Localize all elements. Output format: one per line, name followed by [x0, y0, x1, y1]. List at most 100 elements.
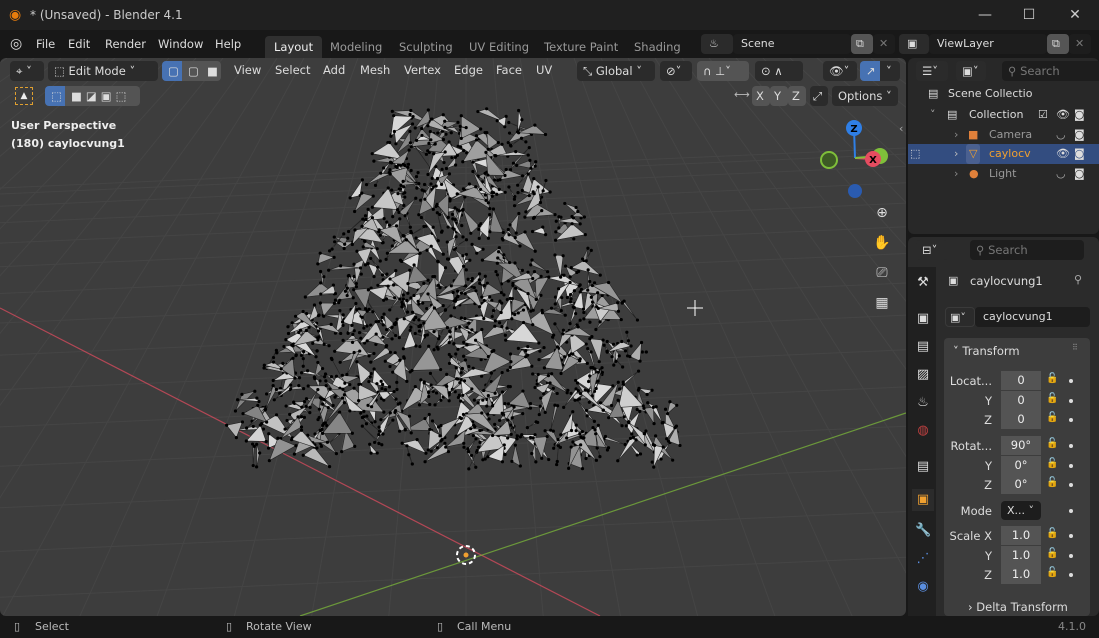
- options-dropdown[interactable]: Options ˅: [832, 86, 898, 106]
- checkbox-icon[interactable]: ☑: [1038, 105, 1048, 125]
- eye-icon[interactable]: 👁: [1056, 105, 1070, 125]
- tab-layout[interactable]: Layout: [265, 36, 323, 58]
- lock-icon[interactable]: 🔓: [1046, 438, 1058, 449]
- filter-icon[interactable]: ▣˅: [956, 61, 986, 81]
- gizmo-dropdown-icon[interactable]: ˅: [880, 61, 900, 81]
- outliner-item-light[interactable]: › ● Light ◡ ◙: [908, 164, 1099, 184]
- particles-tab-icon[interactable]: ⋰: [915, 551, 931, 567]
- camera-view-icon[interactable]: ⎚: [870, 261, 894, 285]
- vertex-select-icon[interactable]: ▢: [162, 61, 182, 81]
- view-layer-tab-icon[interactable]: ▨: [915, 367, 931, 383]
- eye-hidden-icon[interactable]: ◡: [1056, 164, 1066, 184]
- scene-tab-icon[interactable]: ♨: [915, 395, 931, 411]
- keyframe-dot-icon[interactable]: [1069, 398, 1073, 403]
- eye-icon[interactable]: 👁: [1056, 144, 1070, 164]
- blender-menu-icon[interactable]: ◎: [10, 36, 22, 52]
- minimize-button[interactable]: —: [963, 0, 1007, 30]
- keyframe-dot-icon[interactable]: [1069, 573, 1073, 577]
- sidebar-toggle-icon[interactable]: ‹: [899, 122, 903, 135]
- lock-icon[interactable]: 🔓: [1046, 373, 1058, 384]
- face-select-icon[interactable]: ■: [201, 61, 221, 81]
- outliner-search[interactable]: ⚲ Search: [1002, 61, 1099, 81]
- keyframe-dot-icon[interactable]: [1069, 553, 1073, 558]
- keyframe-dot-icon[interactable]: [1069, 444, 1073, 448]
- rotation-mode-dropdown[interactable]: X... ˅: [1001, 501, 1041, 520]
- tool-tab-icon[interactable]: ⚒: [915, 275, 931, 291]
- tab-shading[interactable]: Shading: [625, 36, 690, 58]
- menu-view[interactable]: View: [234, 63, 261, 77]
- select-modes-icon[interactable]: ■◪▣⬚: [65, 86, 140, 106]
- menu-help[interactable]: Help: [215, 37, 241, 51]
- editor-type-icon[interactable]: ⌖ ˅: [10, 61, 44, 81]
- render-tab-icon[interactable]: ▣: [915, 311, 931, 327]
- object-browse-icon[interactable]: ▣˅: [945, 307, 975, 327]
- modifier-tab-icon[interactable]: 🔧: [915, 523, 931, 539]
- snap-icon[interactable]: ∩ ⊥˅: [697, 61, 749, 81]
- expand-icon[interactable]: ›: [954, 144, 958, 164]
- object-name-field[interactable]: caylocvung1: [975, 307, 1090, 327]
- keyframe-dot-icon[interactable]: [1069, 483, 1073, 487]
- menu-select[interactable]: Select: [275, 63, 310, 77]
- keyframe-dot-icon[interactable]: [1069, 463, 1073, 468]
- pan-hand-icon[interactable]: ✋: [870, 231, 894, 255]
- view-layer-field[interactable]: ViewLayer: [929, 34, 1047, 54]
- keyframe-dot-icon[interactable]: [1069, 379, 1073, 383]
- menu-uv[interactable]: UV: [536, 63, 552, 77]
- physics-tab-icon[interactable]: ◉: [915, 579, 931, 595]
- viewport-canvas[interactable]: ZX: [0, 58, 906, 616]
- pin-icon[interactable]: ⚲: [1074, 273, 1082, 286]
- scale-field[interactable]: 1.0: [1001, 565, 1041, 584]
- output-tab-icon[interactable]: ▤: [915, 339, 931, 355]
- collection-tab-icon[interactable]: ▤: [915, 459, 931, 475]
- view-layer-icon[interactable]: ▣: [899, 34, 929, 54]
- menu-render[interactable]: Render: [105, 37, 146, 51]
- zoom-icon[interactable]: ⊕: [870, 201, 894, 225]
- location-field[interactable]: 0: [1001, 371, 1041, 390]
- world-tab-icon[interactable]: ◍: [915, 423, 931, 439]
- render-camera-icon[interactable]: ◙: [1074, 164, 1085, 184]
- display-mode-icon[interactable]: ☰˅: [916, 61, 948, 81]
- render-camera-icon[interactable]: ◙: [1074, 144, 1085, 164]
- edge-select-icon[interactable]: ▢: [182, 61, 201, 81]
- lock-icon[interactable]: 🔓: [1046, 548, 1058, 559]
- select-new-icon[interactable]: ⬚: [45, 86, 65, 106]
- mirror-icon[interactable]: ⟷: [734, 88, 750, 101]
- tab-modeling[interactable]: Modeling: [321, 36, 391, 58]
- drag-handle-icon[interactable]: ⠿: [1072, 343, 1078, 352]
- delta-transform-header[interactable]: › Delta Transform: [968, 600, 1068, 614]
- mode-dropdown[interactable]: ⬚ Edit Mode ˅: [48, 61, 158, 81]
- outliner-item-collection[interactable]: ˅ ▤ Collection ☑ 👁 ◙: [908, 105, 1099, 125]
- rotation-field[interactable]: 0°: [1001, 455, 1041, 475]
- maximize-button[interactable]: ☐: [1007, 0, 1051, 30]
- delete-view-layer-icon[interactable]: ✕: [1069, 34, 1091, 54]
- scene-name-field[interactable]: Scene: [733, 34, 851, 54]
- menu-edge[interactable]: Edge: [454, 63, 483, 77]
- delete-scene-icon[interactable]: ✕: [873, 34, 895, 54]
- ortho-grid-icon[interactable]: ▦: [870, 291, 894, 315]
- location-field[interactable]: 0: [1001, 390, 1041, 410]
- scale-field[interactable]: 1.0: [1001, 526, 1041, 545]
- menu-vertex[interactable]: Vertex: [404, 63, 441, 77]
- location-field[interactable]: 0: [1001, 410, 1041, 429]
- transform-panel-header[interactable]: ˅ Transform: [953, 344, 1020, 358]
- rotation-field[interactable]: 0°: [1001, 475, 1041, 494]
- gizmo-toggle-icon[interactable]: ↗: [860, 61, 880, 81]
- rotation-field[interactable]: 90°: [1001, 436, 1041, 455]
- mirror-x-button[interactable]: X: [752, 86, 770, 106]
- 3d-viewport[interactable]: ZX ⌖ ˅ ⬚ Edit Mode ˅ ▢ ▢ ■ View Select A…: [0, 58, 906, 616]
- editor-type-icon[interactable]: ⊟˅: [916, 240, 948, 260]
- menu-mesh[interactable]: Mesh: [360, 63, 390, 77]
- edit-mode-icon[interactable]: ⬚: [910, 144, 920, 164]
- orientation-dropdown[interactable]: ⤡ Global ˅: [577, 61, 655, 81]
- tab-uv-editing[interactable]: UV Editing: [460, 36, 538, 58]
- outliner-item-camera[interactable]: › ■ Camera ◡ ◙: [908, 125, 1099, 145]
- object-tab-icon[interactable]: ▣: [912, 489, 934, 511]
- mirror-z-button[interactable]: Z: [788, 86, 806, 106]
- scale-field[interactable]: 1.0: [1001, 545, 1041, 565]
- outliner-item-scene-collection[interactable]: ▤ Scene Collectio: [908, 84, 1099, 104]
- outliner-item-caylocvung1[interactable]: ⬚ › ▽ caylocv 👁 ◙: [908, 144, 1099, 164]
- scene-selector-icon[interactable]: ♨: [701, 34, 733, 54]
- eye-hidden-icon[interactable]: ◡: [1056, 125, 1066, 145]
- lock-icon[interactable]: 🔓: [1046, 458, 1058, 469]
- lock-icon[interactable]: 🔓: [1046, 412, 1058, 423]
